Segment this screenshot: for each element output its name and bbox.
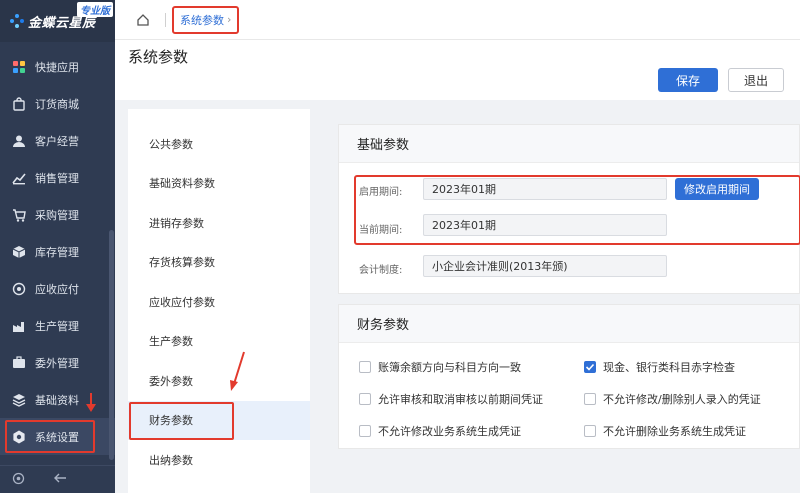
start-period-field: 2023年01期 <box>423 178 667 200</box>
sidebar-item-inventory[interactable]: 库存管理 <box>0 233 115 270</box>
annotation-highlight-box <box>129 401 234 440</box>
sidebar: 金蝶云星辰 专业版 快捷应用 订货商城 客户经营 销售管理 采购管理 库存管理 … <box>0 0 115 493</box>
sidebar-item-customer[interactable]: 客户经营 <box>0 122 115 159</box>
menu-item-basic-data[interactable]: 基础资料参数 <box>128 164 310 204</box>
cart-icon <box>12 208 26 222</box>
page-title: 系统参数 <box>128 48 189 66</box>
option-disallow-delete-generated[interactable]: 不允许删除业务系统生成凭证 <box>584 423 746 439</box>
sidebar-item-label: 快捷应用 <box>35 60 79 74</box>
sidebar-item-order-mall[interactable]: 订货商城 <box>0 85 115 122</box>
settings-icon[interactable] <box>12 472 25 488</box>
logo[interactable]: 金蝶云星辰 专业版 <box>0 0 115 42</box>
edition-badge: 专业版 <box>77 2 113 17</box>
sidebar-item-label: 库存管理 <box>35 245 79 259</box>
sidebar-item-label: 销售管理 <box>35 171 79 185</box>
sidebar-item-receivable[interactable]: 应收应付 <box>0 270 115 307</box>
sidebar-item-label: 应收应付 <box>35 282 79 296</box>
start-period-label: 启用期间: <box>359 187 403 198</box>
finance-params-card: 财务参数 账簿余额方向与科目方向一致 现金、银行类科目赤字检查 允许审核和取消审… <box>338 304 800 449</box>
checkbox[interactable] <box>584 393 596 405</box>
params-menu: 公共参数 基础资料参数 进销存参数 存货核算参数 应收应付参数 生产参数 委外参… <box>128 109 310 493</box>
collapse-arrow-icon[interactable] <box>53 472 67 487</box>
layers-icon <box>12 393 26 407</box>
home-button[interactable] <box>129 6 157 34</box>
exit-button[interactable]: 退出 <box>728 68 784 92</box>
option-allow-audit-prior[interactable]: 允许审核和取消审核以前期间凭证 <box>359 391 543 407</box>
sidebar-item-sales[interactable]: 销售管理 <box>0 159 115 196</box>
checkbox[interactable] <box>359 425 371 437</box>
sidebar-item-purchase[interactable]: 采购管理 <box>0 196 115 233</box>
current-period-label: 当前期间: <box>359 225 403 236</box>
tab-label: 系统参数 <box>180 13 224 27</box>
menu-item-costing[interactable]: 存货核算参数 <box>128 243 310 283</box>
checkbox[interactable] <box>359 361 371 373</box>
sales-chart-icon <box>12 171 26 185</box>
menu-item-finance[interactable]: 财务参数 <box>128 400 310 440</box>
box-icon <box>12 245 26 259</box>
sidebar-item-outsourcing[interactable]: 委外管理 <box>0 344 115 381</box>
sidebar-item-production[interactable]: 生产管理 <box>0 307 115 344</box>
checkmark-icon <box>585 363 595 371</box>
sidebar-item-label: 客户经营 <box>35 134 79 148</box>
sidebar-item-label: 订货商城 <box>35 97 79 111</box>
current-period-field: 2023年01期 <box>423 214 667 236</box>
grid-apps-icon <box>12 60 26 74</box>
factory-icon <box>12 319 26 333</box>
customer-icon <box>12 134 26 148</box>
menu-item-outsourcing[interactable]: 委外参数 <box>128 361 310 401</box>
sidebar-item-label: 委外管理 <box>35 356 79 370</box>
annotation-highlight-box <box>5 420 95 453</box>
option-cash-deficit-check[interactable]: 现金、银行类科目赤字检查 <box>584 359 735 375</box>
sidebar-scrollbar[interactable] <box>109 230 114 460</box>
option-balance-direction[interactable]: 账簿余额方向与科目方向一致 <box>359 359 521 375</box>
card-title: 财务参数 <box>339 305 799 343</box>
save-button[interactable]: 保存 <box>658 68 718 92</box>
annotation-arrow-icon <box>86 393 96 412</box>
sidebar-item-label: 采购管理 <box>35 208 79 222</box>
receivable-icon <box>12 282 26 296</box>
sidebar-item-system-settings[interactable]: 系统设置 <box>0 418 115 455</box>
home-icon <box>137 13 149 26</box>
card-title: 基础参数 <box>339 125 799 163</box>
checkbox[interactable] <box>359 393 371 405</box>
menu-item-cashier[interactable]: 出纳参数 <box>128 440 310 480</box>
menu-item-common[interactable]: 公共参数 <box>128 124 310 164</box>
modify-start-period-button[interactable]: 修改启用期间 <box>675 178 759 200</box>
sidebar-item-label: 基础资料 <box>35 393 79 407</box>
option-disallow-edit-others[interactable]: 不允许修改/删除别人录入的凭证 <box>584 391 761 407</box>
annotation-arrow-icon <box>230 351 245 391</box>
menu-item-production[interactable]: 生产参数 <box>128 322 310 362</box>
accounting-system-label: 会计制度: <box>359 265 403 276</box>
checkbox[interactable] <box>584 425 596 437</box>
tab-chevron-icon: › <box>227 13 232 26</box>
tab-separator <box>165 12 166 27</box>
checkbox[interactable] <box>584 361 596 373</box>
menu-item-receivable[interactable]: 应收应付参数 <box>128 282 310 322</box>
sidebar-item-label: 生产管理 <box>35 319 79 333</box>
option-disallow-edit-generated[interactable]: 不允许修改业务系统生成凭证 <box>359 423 521 439</box>
outsourcing-icon <box>12 355 26 370</box>
basic-params-card: 基础参数 启用期间: 2023年01期 修改启用期间 当前期间: 2023年01… <box>338 124 800 294</box>
content-area: 基础参数 启用期间: 2023年01期 修改启用期间 当前期间: 2023年01… <box>320 109 800 493</box>
tab-system-params[interactable]: 系统参数 › <box>172 5 240 34</box>
sidebar-item-quick-apps[interactable]: 快捷应用 <box>0 48 115 85</box>
accounting-system-field: 小企业会计准则(2013年颁) <box>423 255 667 277</box>
sidebar-footer <box>0 465 115 493</box>
top-bar: 系统参数 › <box>115 0 800 40</box>
menu-item-inventory[interactable]: 进销存参数 <box>128 203 310 243</box>
shopping-bag-icon <box>12 96 26 111</box>
logo-icon <box>10 14 24 28</box>
